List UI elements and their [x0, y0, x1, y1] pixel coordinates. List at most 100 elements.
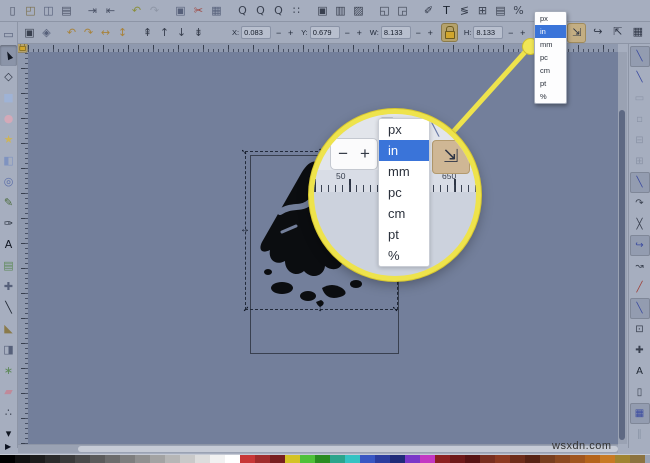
palette-swatch[interactable]: [570, 455, 585, 463]
toolbox-overflow-arrow[interactable]: ▶: [5, 443, 11, 451]
zoom-page-button[interactable]: Q: [271, 2, 286, 20]
align-distribute-button[interactable]: ⊞: [475, 2, 490, 20]
copy-button[interactable]: ▣: [173, 2, 188, 20]
palette-swatch[interactable]: [210, 455, 225, 463]
vertical-scrollbar[interactable]: [618, 52, 627, 444]
palette-swatch[interactable]: [390, 455, 405, 463]
image-tool-button[interactable]: ▤: [0, 255, 17, 276]
palette-swatch[interactable]: [180, 455, 195, 463]
snap-nodes-button[interactable]: ╲: [629, 172, 650, 193]
scale-pattern-toggle-button[interactable]: ▦: [629, 23, 646, 41]
snap-path-intersections-button[interactable]: ╳: [630, 214, 650, 235]
palette-swatch[interactable]: [120, 455, 135, 463]
palette-swatch[interactable]: [255, 455, 270, 463]
palette-swatch[interactable]: [345, 455, 360, 463]
snap-midpoints-button[interactable]: ╱: [630, 277, 650, 298]
print-document-button[interactable]: ▤: [59, 2, 74, 20]
text-dialog-button[interactable]: T: [439, 2, 454, 20]
ellipse-tool-button[interactable]: ●: [0, 108, 17, 129]
unit-px-option[interactable]: px: [535, 12, 566, 25]
unit-mm-option[interactable]: mm: [535, 38, 566, 51]
duplicate-button[interactable]: ▣: [315, 2, 330, 20]
rotate-cw-button[interactable]: ↷: [81, 24, 96, 42]
cut-button[interactable]: ✂: [191, 2, 206, 20]
unit-percent-option[interactable]: %: [535, 90, 566, 103]
palette-swatch[interactable]: [630, 455, 645, 463]
palette-swatch[interactable]: [615, 455, 630, 463]
snap-text-baseline-button[interactable]: A: [630, 361, 650, 382]
rectangle-tool-button[interactable]: ■: [0, 87, 17, 108]
horizontal-scrollbar-thumb[interactable]: [78, 446, 618, 452]
palette-swatch[interactable]: [495, 455, 510, 463]
snap-smooth-nodes-button[interactable]: ↝: [630, 256, 650, 277]
snap-cusp-nodes-button[interactable]: ↪: [629, 235, 650, 256]
snap-object-centers-button[interactable]: ⊡: [630, 319, 650, 340]
redo-button[interactable]: ↷: [147, 2, 162, 20]
document-properties-button[interactable]: ▤: [493, 2, 508, 20]
flip-horizontal-button[interactable]: ↔: [98, 24, 113, 42]
clone-button[interactable]: ▥: [333, 2, 348, 20]
xml-editor-button[interactable]: ≶: [457, 2, 472, 20]
calligraphy-tool-button[interactable]: ✑: [0, 213, 17, 234]
x-increment-button[interactable]: +: [286, 28, 295, 38]
raise-button[interactable]: ↑: [157, 24, 172, 42]
star-tool-button[interactable]: ★: [0, 129, 17, 150]
lock-ratio-button[interactable]: [440, 23, 458, 42]
zoom-drawing-button[interactable]: Q: [253, 2, 268, 20]
selector-tool-button[interactable]: ►: [0, 45, 17, 66]
palette-swatch[interactable]: [330, 455, 345, 463]
palette-swatch[interactable]: [30, 455, 45, 463]
palette-swatch[interactable]: [90, 455, 105, 463]
y-decrement-button[interactable]: −: [343, 28, 352, 38]
palette-swatch[interactable]: [285, 455, 300, 463]
canvas[interactable]: ↔ ↕ ↔ ↔ ↔ ↔ ↕ ↔: [28, 52, 618, 444]
palette-swatch[interactable]: [45, 455, 60, 463]
unit-cm-option[interactable]: cm: [535, 64, 566, 77]
ungroup-button[interactable]: ◲: [395, 2, 410, 20]
palette-swatch[interactable]: [600, 455, 615, 463]
select-all-button[interactable]: ▣: [22, 24, 37, 42]
new-document-button[interactable]: ▯: [5, 2, 20, 20]
y-increment-button[interactable]: +: [355, 28, 364, 38]
palette-swatch[interactable]: [135, 455, 150, 463]
x-decrement-button[interactable]: −: [274, 28, 283, 38]
palette-swatch[interactable]: [195, 455, 210, 463]
scale-stroke-toggle-button[interactable]: ⇲: [567, 22, 587, 43]
palette-swatch[interactable]: [150, 455, 165, 463]
scale-handle-left[interactable]: ↔: [239, 223, 251, 235]
flip-vertical-button[interactable]: ↕: [115, 24, 130, 42]
connector-tool-button[interactable]: ∴: [0, 402, 17, 423]
palette-swatch[interactable]: [465, 455, 480, 463]
horizontal-scrollbar[interactable]: [18, 444, 618, 453]
palette-swatch[interactable]: [420, 455, 435, 463]
palette-swatch[interactable]: [60, 455, 75, 463]
snap-bbox-button[interactable]: ╲: [630, 67, 650, 88]
snap-guides-button[interactable]: ∥: [630, 424, 650, 445]
preferences-button[interactable]: %: [511, 2, 526, 20]
fill-stroke-dialog-button[interactable]: ✐: [421, 2, 436, 20]
snap-bbox-midpoints-button[interactable]: ⊟: [630, 130, 650, 151]
paste-button[interactable]: ▦: [209, 2, 224, 20]
x-input[interactable]: 0.083: [241, 26, 272, 39]
scale-gradient-toggle-button[interactable]: ⇱: [609, 23, 626, 41]
zoom-fit-button[interactable]: ∷: [289, 2, 304, 20]
unit-pt-option[interactable]: pt: [535, 77, 566, 90]
y-input[interactable]: 0.679: [309, 26, 340, 39]
snap-bbox-centers-button[interactable]: ⊞: [630, 151, 650, 172]
snap-grids-button[interactable]: ▦: [629, 403, 650, 424]
lower-button[interactable]: ↓: [174, 24, 189, 42]
save-document-button[interactable]: ◫: [41, 2, 56, 20]
undo-button[interactable]: ↶: [129, 2, 144, 20]
snap-others-button[interactable]: ╲: [629, 298, 650, 319]
measure-tool-button[interactable]: ▭: [0, 24, 17, 45]
palette-swatch[interactable]: [540, 455, 555, 463]
unit-in-option[interactable]: in: [535, 25, 566, 38]
palette-swatch[interactable]: [480, 455, 495, 463]
unit-pc-option[interactable]: pc: [535, 51, 566, 64]
palette-swatch[interactable]: [0, 455, 15, 463]
text-tool-button[interactable]: A: [0, 234, 17, 255]
width-increment-button[interactable]: +: [426, 28, 435, 38]
unlink-clone-button[interactable]: ▨: [351, 2, 366, 20]
node-tool-button[interactable]: ◇: [0, 66, 17, 87]
zoom-selection-button[interactable]: Q: [235, 2, 250, 20]
